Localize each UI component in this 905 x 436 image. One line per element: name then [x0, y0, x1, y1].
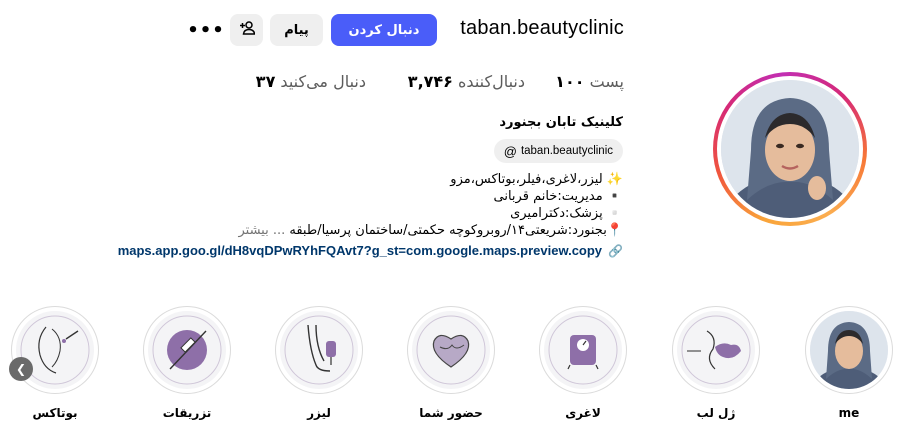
more-options-button[interactable]: ••• — [187, 14, 225, 46]
portrait-photo — [810, 311, 888, 389]
bio-line: 📍بجنورد:شریعتی۱۴/روبروکوچه حکمتی/ساختمان… — [289, 223, 623, 238]
highlight-label: تزریقات — [162, 406, 212, 420]
follow-button[interactable]: دنبال کردن — [331, 14, 437, 46]
avatar-photo — [721, 80, 859, 218]
scale-icon — [544, 311, 622, 389]
highlights-scroll-left-button[interactable]: ❮ — [9, 357, 33, 381]
highlight-label: بوتاکس — [32, 406, 78, 420]
profile-full-name: کلینیک تابان بجنورد — [499, 115, 623, 130]
stat-following[interactable]: ۳۷ دنبال می‌کنید — [256, 72, 366, 91]
threads-handle: taban.beautyclinic — [520, 145, 613, 157]
profile-avatar[interactable] — [713, 72, 867, 226]
message-button[interactable]: پیام — [270, 14, 323, 46]
bio-line: ▫️ پزشک:دکترامیری — [510, 206, 623, 221]
profile-username: taban.beautyclinic — [460, 17, 624, 39]
profile-bio: ✨ لیزر،لاغری،فیلر،بوتاکس،مزو ▪️ مدیریت:خ… — [63, 171, 623, 239]
highlight-slimming[interactable]: لاغری — [539, 306, 627, 420]
highlight-lip-gel[interactable]: ژل لب — [672, 306, 760, 420]
highlight-label: me — [838, 406, 860, 420]
link-icon: 🔗 — [608, 243, 623, 258]
heart-icon — [412, 311, 490, 389]
lips-icon — [677, 311, 755, 389]
highlight-label: لیزر — [307, 406, 331, 420]
laser-leg-icon — [280, 311, 358, 389]
stat-posts: ۱۰۰ پست — [555, 72, 624, 91]
threads-icon: @ — [503, 143, 517, 159]
add-user-icon — [239, 20, 255, 40]
threads-badge[interactable]: @ taban.beautyclinic — [493, 139, 623, 163]
more-icon: ••• — [187, 19, 225, 41]
highlight-your-presence[interactable]: حضور شما — [407, 306, 495, 420]
bio-line: ▪️ مدیریت:خانم قربانی — [493, 189, 623, 204]
highlight-laser[interactable]: لیزر — [275, 306, 363, 420]
bio-more-link[interactable]: ... بیشتر — [238, 223, 285, 238]
highlight-label: حضور شما — [419, 406, 483, 420]
bio-line: ✨ لیزر،لاغری،فیلر،بوتاکس،مزو — [450, 172, 623, 187]
highlight-label: لاغری — [565, 406, 601, 420]
suggest-users-button[interactable] — [230, 14, 263, 46]
highlight-me[interactable]: me — [805, 306, 893, 420]
chevron-left-icon: ❮ — [15, 362, 27, 376]
highlight-label: ژل لب — [696, 406, 736, 420]
link-url[interactable]: maps.app.goo.gl/dH8vqDPwRYhFQAvt7?g_st=c… — [118, 243, 602, 258]
syringe-icon — [148, 311, 226, 389]
stat-followers[interactable]: ۳,۷۴۶ دنبال‌کننده — [408, 72, 525, 91]
highlight-injections[interactable]: تزریقات — [143, 306, 231, 420]
profile-link[interactable]: maps.app.goo.gl/dH8vqDPwRYhFQAvt7?g_st=c… — [118, 243, 623, 258]
